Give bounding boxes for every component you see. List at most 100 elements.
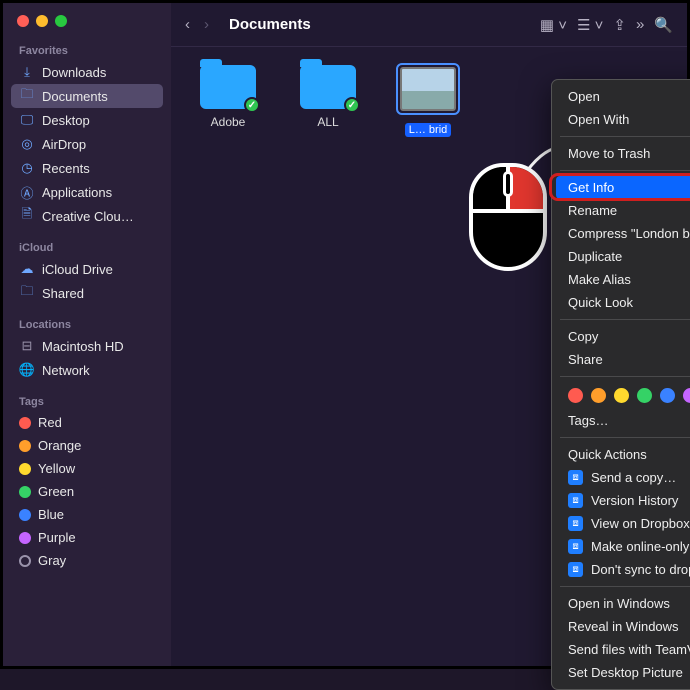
menu-item-dont-sync[interactable]: ⧈ Don't sync to dropbox.com	[552, 558, 690, 581]
tag-color-button[interactable]	[637, 388, 652, 403]
more-button[interactable]: »	[636, 16, 644, 33]
minimize-window-button[interactable]	[36, 15, 48, 27]
menu-item-open-in-windows[interactable]: Open in Windows	[552, 592, 690, 615]
dropbox-icon: ⧈	[568, 562, 583, 577]
sidebar-item-network[interactable]: 🌐Network	[11, 358, 163, 382]
tag-color-button[interactable]	[660, 388, 675, 403]
tag-dot-icon	[19, 417, 31, 429]
menu-item-version-history[interactable]: ⧈Version History	[552, 489, 690, 512]
menu-item-quick-look[interactable]: Quick Look	[552, 291, 690, 314]
menu-item-set-desktop-picture[interactable]: Set Desktop Picture	[552, 661, 690, 684]
menu-item-send-teamviewer[interactable]: Send files with TeamViewer	[552, 638, 690, 661]
menu-item-label: Make online-only	[591, 539, 689, 554]
sidebar-head-locations: Locations	[11, 315, 163, 334]
menu-item-rename[interactable]: Rename	[552, 199, 690, 222]
sync-check-icon: ✓	[344, 97, 360, 113]
dropbox-icon: ⧈	[568, 516, 583, 531]
menu-separator	[560, 319, 690, 320]
tag-dot-icon	[19, 463, 31, 475]
menu-item-open[interactable]: Open	[552, 85, 690, 108]
folder-icon: ✓	[200, 65, 256, 109]
sidebar-item-desktop[interactable]: 🖵Desktop	[11, 108, 163, 132]
tag-dot-icon	[19, 440, 31, 452]
back-button[interactable]: ‹	[185, 16, 190, 33]
menu-item-copy[interactable]: Copy	[552, 325, 690, 348]
sidebar-item-creative-cloud[interactable]: 🗎Creative Clou…	[11, 204, 163, 228]
menu-item-quick-actions[interactable]: Quick Actions	[552, 443, 690, 466]
sidebar-item-downloads[interactable]: ⤓Downloads	[11, 60, 163, 84]
sidebar-item-label: Gray	[38, 553, 66, 568]
menu-item-tags[interactable]: Tags…	[552, 409, 690, 432]
image-item-selected[interactable]: L… brid	[393, 65, 463, 137]
search-button[interactable]: 🔍	[654, 16, 673, 34]
tag-color-button[interactable]	[568, 388, 583, 403]
menu-item-label: Don't sync to dropbox.com	[591, 562, 690, 577]
view-mode-button[interactable]: ▦ ˅	[540, 16, 567, 34]
sidebar-item-label: Macintosh HD	[42, 339, 124, 354]
group-button[interactable]: ☰ ˅	[577, 16, 603, 34]
context-menu: Open Open With Move to Trash Get Info Re…	[551, 79, 690, 690]
tag-dot-icon	[19, 532, 31, 544]
cloud-icon: ☁	[19, 261, 35, 277]
sidebar-tag-orange[interactable]: Orange	[11, 434, 163, 457]
menu-item-send-copy[interactable]: ⧈ Send a copy…	[552, 466, 690, 489]
share-button[interactable]: ⇪	[613, 16, 626, 34]
sidebar-item-applications[interactable]: ⒶApplications	[11, 180, 163, 204]
tag-color-button[interactable]	[683, 388, 690, 403]
menu-item-view-on-dropbox[interactable]: ⧈View on Dropbox.com	[552, 512, 690, 535]
sidebar-item-shared[interactable]: 🗀Shared	[11, 281, 163, 305]
menu-item-make-online-only[interactable]: ⧈ Make online-only	[552, 535, 690, 558]
main-pane: ‹ › Documents ▦ ˅ ☰ ˅ ⇪ » 🔍 ✓ Adobe ✓ AL…	[171, 3, 687, 666]
sidebar-item-macintosh-hd[interactable]: ⊟Macintosh HD	[11, 334, 163, 358]
dropbox-icon: ⧈	[568, 493, 583, 508]
file-label: L… brid	[405, 123, 452, 137]
sidebar-tag-red[interactable]: Red	[11, 411, 163, 434]
sidebar-tag-green[interactable]: Green	[11, 480, 163, 503]
sidebar-item-label: Recents	[42, 161, 90, 176]
sidebar-item-icloud-drive[interactable]: ☁iCloud Drive	[11, 257, 163, 281]
menu-item-compress[interactable]: Compress "London bridge.jpeg"	[552, 222, 690, 245]
close-window-button[interactable]	[17, 15, 29, 27]
sidebar-tag-blue[interactable]: Blue	[11, 503, 163, 526]
folder-item[interactable]: ✓ ALL	[293, 65, 363, 129]
menu-separator	[560, 170, 690, 171]
menu-item-get-info[interactable]: Get Info	[556, 176, 690, 199]
menu-separator	[560, 437, 690, 438]
sidebar-tag-gray[interactable]: Gray	[11, 549, 163, 572]
sidebar-item-documents[interactable]: 🗀Documents	[11, 84, 163, 108]
image-thumbnail-icon	[400, 67, 456, 111]
file-label: ALL	[317, 115, 338, 129]
globe-icon: 🌐	[19, 362, 35, 378]
menu-item-duplicate[interactable]: Duplicate	[552, 245, 690, 268]
menu-item-reveal-in-windows[interactable]: Reveal in Windows	[552, 615, 690, 638]
airdrop-icon: ◎	[19, 136, 35, 152]
sidebar-item-recents[interactable]: ◷ Recents	[11, 156, 163, 180]
sidebar-tag-purple[interactable]: Purple	[11, 526, 163, 549]
dropbox-icon: ⧈	[568, 470, 583, 485]
tag-color-button[interactable]	[591, 388, 606, 403]
forward-button[interactable]: ›	[204, 16, 209, 33]
sidebar-item-label: Desktop	[42, 113, 90, 128]
fullscreen-window-button[interactable]	[55, 15, 67, 27]
folder-item[interactable]: ✓ Adobe	[193, 65, 263, 129]
tag-color-row	[552, 382, 690, 409]
sidebar-item-label: Orange	[38, 438, 81, 453]
menu-item-share[interactable]: Share	[552, 348, 690, 371]
menu-item-open-with[interactable]: Open With	[552, 108, 690, 131]
clock-icon: ◷	[19, 160, 35, 176]
sidebar-item-label: Red	[38, 415, 62, 430]
window-controls	[11, 11, 163, 41]
file-label: Adobe	[211, 115, 246, 129]
dropbox-icon: ⧈	[568, 539, 583, 554]
menu-item-label: Send a copy…	[591, 470, 676, 485]
sync-check-icon: ✓	[244, 97, 260, 113]
sidebar-item-label: Purple	[38, 530, 76, 545]
sidebar-head-tags: Tags	[11, 392, 163, 411]
menu-item-make-alias[interactable]: Make Alias	[552, 268, 690, 291]
tag-color-button[interactable]	[614, 388, 629, 403]
menu-item-move-to-trash[interactable]: Move to Trash	[552, 142, 690, 165]
menu-separator	[560, 376, 690, 377]
sidebar-head-icloud: iCloud	[11, 238, 163, 257]
sidebar-item-airdrop[interactable]: ◎AirDrop	[11, 132, 163, 156]
sidebar-tag-yellow[interactable]: Yellow	[11, 457, 163, 480]
